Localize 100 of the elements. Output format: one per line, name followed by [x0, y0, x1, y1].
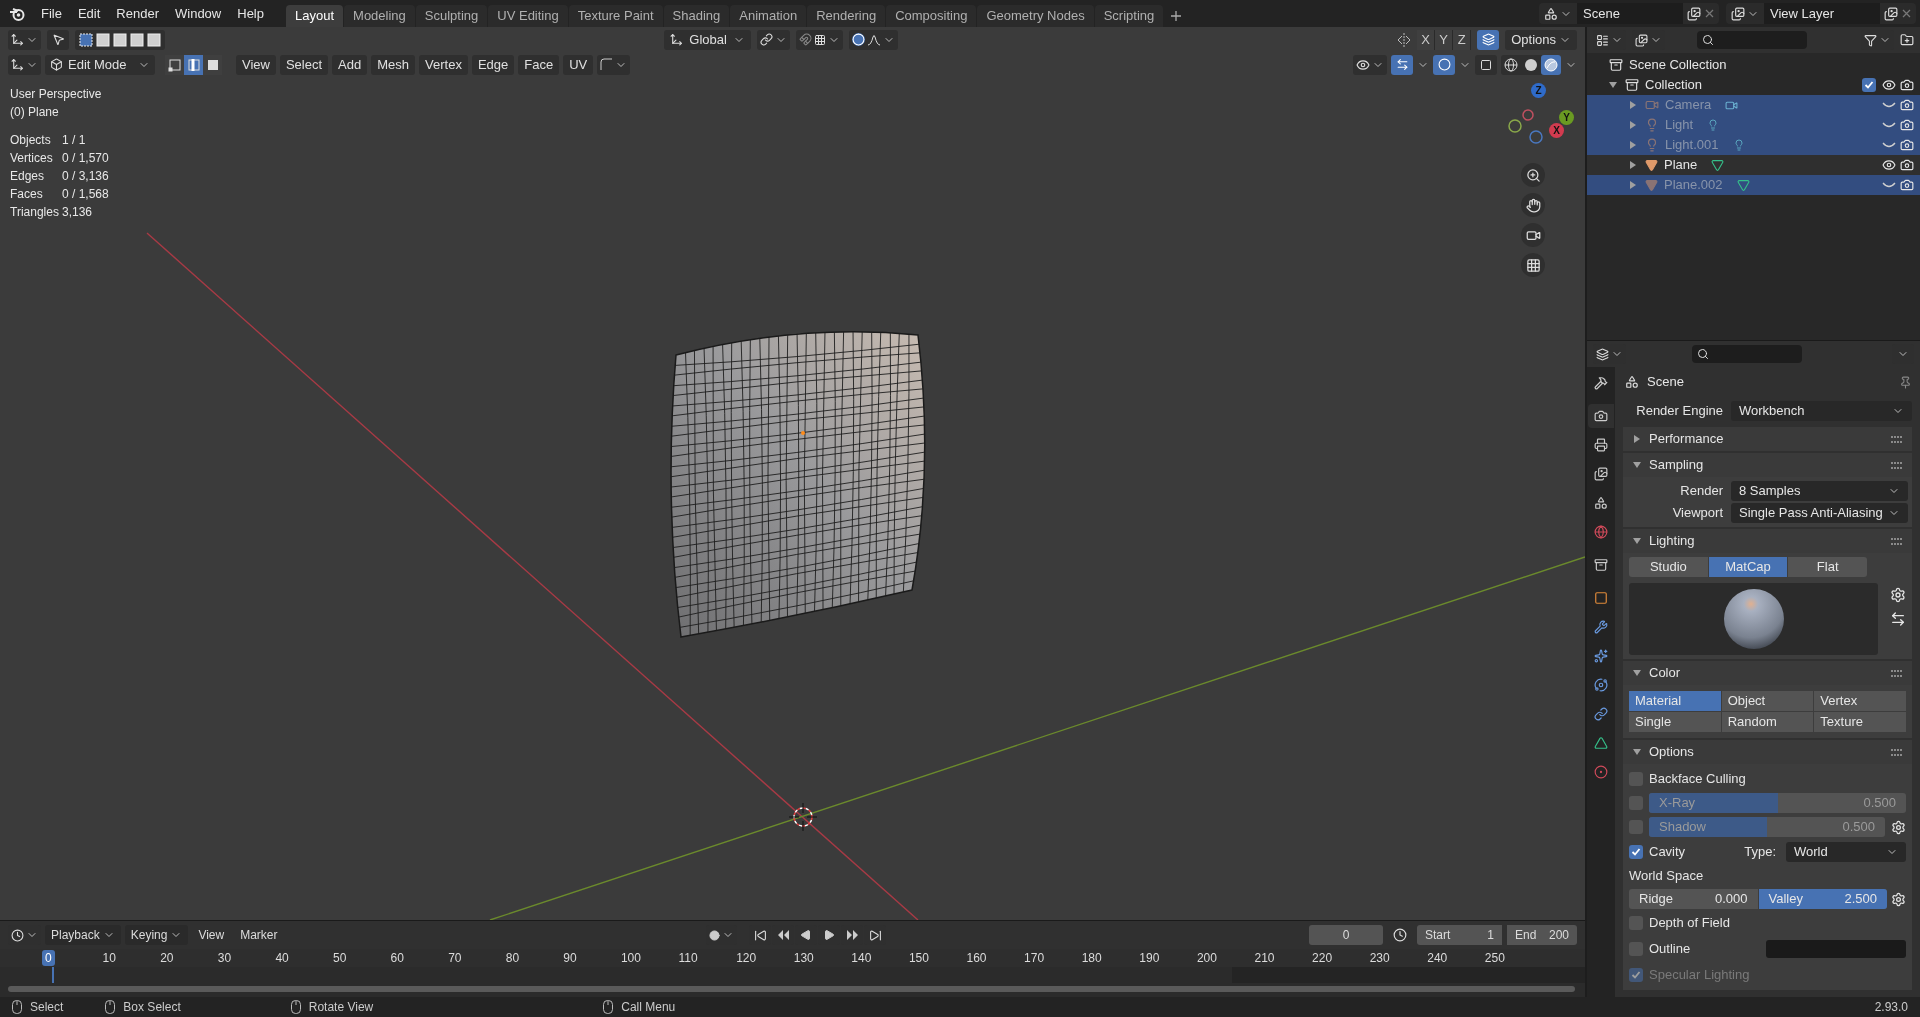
- new-collection-icon[interactable]: [1900, 33, 1914, 47]
- panel-title[interactable]: Color: [1649, 663, 1681, 683]
- collapsed-arrow-icon[interactable]: [1629, 161, 1637, 169]
- drag-handle-icon[interactable]: [1891, 461, 1902, 469]
- header-menu[interactable]: View: [236, 54, 276, 75]
- scene-selector[interactable]: Scene: [1539, 3, 1719, 24]
- xray-button[interactable]: [1475, 54, 1497, 75]
- selection-mode-icon[interactable]: [147, 32, 161, 47]
- timeline-menu[interactable]: View: [192, 925, 231, 945]
- face-select-mode-button[interactable]: [203, 54, 222, 75]
- pin-icon[interactable]: [1899, 375, 1912, 389]
- search-field[interactable]: [1697, 31, 1807, 49]
- render-engine-dropdown[interactable]: Workbench: [1731, 401, 1912, 421]
- slider-field[interactable]: Valley 2.500: [1758, 889, 1887, 909]
- outliner-row[interactable]: Collection: [1587, 75, 1920, 95]
- gizmo-negative-handle[interactable]: [1508, 119, 1522, 133]
- workspace-tab[interactable]: UV Editing: [488, 5, 568, 27]
- mirror-icon[interactable]: [1397, 32, 1412, 47]
- add-workspace-icon[interactable]: [1170, 10, 1183, 22]
- drag-handle-icon[interactable]: [1891, 748, 1902, 756]
- header-menu[interactable]: Vertex: [419, 54, 468, 75]
- workspace-tab[interactable]: Compositing: [886, 5, 977, 27]
- collapsed-arrow-icon[interactable]: [1629, 141, 1637, 149]
- pillow-mesh[interactable]: [670, 331, 926, 638]
- proportional-editing-button[interactable]: [848, 29, 898, 50]
- workspace-tab[interactable]: Modeling: [344, 5, 415, 27]
- 3d-cursor-icon[interactable]: [788, 802, 818, 832]
- collapsed-arrow-icon[interactable]: [1629, 101, 1637, 109]
- timeline-menu[interactable]: Playback: [45, 925, 121, 945]
- close-icon[interactable]: [1902, 9, 1911, 18]
- axis-toggle[interactable]: X: [1417, 29, 1436, 50]
- zoom-button[interactable]: [1521, 163, 1545, 187]
- menu-item[interactable]: Edit: [69, 3, 109, 24]
- menu-item[interactable]: File: [33, 3, 70, 24]
- render-camera-icon[interactable]: [1900, 118, 1914, 132]
- workspace-tab[interactable]: Sculpting: [415, 5, 488, 27]
- workspace-tab[interactable]: Shading: [663, 5, 730, 27]
- pan-button[interactable]: [1521, 193, 1545, 217]
- collapsed-arrow-icon[interactable]: [1629, 121, 1637, 129]
- transform-orientation-dropdown[interactable]: Global: [664, 29, 751, 50]
- header-menu[interactable]: Select: [279, 54, 329, 75]
- timeline-menu[interactable]: Marker: [234, 925, 284, 945]
- color-option[interactable]: Single: [1629, 712, 1721, 732]
- view-layer-selector[interactable]: View Layer: [1726, 3, 1916, 24]
- settings-icon[interactable]: [1891, 891, 1906, 907]
- uv-options-button[interactable]: [597, 54, 631, 75]
- expanded-arrow-icon[interactable]: [1633, 461, 1641, 469]
- drag-handle-icon[interactable]: [1891, 537, 1902, 545]
- gizmo-axis-handle[interactable]: X: [1549, 123, 1564, 138]
- edge-select-mode-button[interactable]: [184, 54, 203, 75]
- drag-handle-icon[interactable]: [1891, 435, 1902, 443]
- search-field[interactable]: [1692, 345, 1802, 363]
- material-shading-button[interactable]: [1541, 54, 1561, 75]
- mode-dropdown[interactable]: Edit Mode: [45, 54, 155, 75]
- drag-handle-icon[interactable]: [1891, 669, 1902, 677]
- scrollbar[interactable]: [8, 986, 1575, 992]
- axis-toggle[interactable]: Y: [1435, 29, 1454, 50]
- gizmo-axis-handle[interactable]: Y: [1559, 110, 1574, 125]
- tool-settings-button[interactable]: [8, 29, 41, 50]
- expanded-arrow-icon[interactable]: [1609, 81, 1617, 89]
- workspace-tab[interactable]: Layout: [286, 5, 344, 27]
- color-option[interactable]: Random: [1721, 712, 1814, 732]
- selection-mode-icon[interactable]: [113, 32, 127, 47]
- pivot-point-button[interactable]: [756, 29, 790, 50]
- expanded-arrow-icon[interactable]: [1633, 748, 1641, 756]
- timeline-menu[interactable]: Keying: [124, 925, 189, 945]
- flip-icon[interactable]: [1890, 611, 1906, 627]
- current-frame-marker[interactable]: 0: [42, 950, 55, 966]
- render-camera-icon[interactable]: [1900, 78, 1914, 92]
- matcap-preview[interactable]: [1629, 583, 1878, 655]
- grid-view-button[interactable]: [1521, 253, 1545, 277]
- header-menu[interactable]: Edge: [471, 54, 515, 75]
- menu-item[interactable]: Help: [229, 3, 272, 24]
- collapsed-arrow-icon[interactable]: [1629, 181, 1637, 189]
- eye-icon[interactable]: [1882, 78, 1896, 92]
- header-menu[interactable]: UV: [563, 54, 594, 75]
- gizmo-negative-handle[interactable]: [1529, 130, 1543, 144]
- checkbox[interactable]: [1629, 845, 1643, 859]
- panel-title[interactable]: Sampling: [1649, 455, 1704, 475]
- option-label[interactable]: Backface Culling: [1649, 769, 1746, 789]
- gizmo-button[interactable]: [1391, 54, 1413, 75]
- end-frame-field[interactable]: End 200: [1507, 925, 1577, 945]
- snap-button[interactable]: [795, 29, 843, 50]
- vertex-select-mode-button[interactable]: [165, 54, 184, 75]
- header-menu[interactable]: Mesh: [371, 54, 416, 75]
- render-camera-icon[interactable]: [1900, 98, 1914, 112]
- editor-type-button[interactable]: [8, 54, 41, 75]
- workspace-tab[interactable]: Geometry Nodes: [977, 5, 1094, 27]
- current-frame-field[interactable]: 0: [1309, 925, 1383, 945]
- render-camera-icon[interactable]: [1900, 138, 1914, 152]
- overlays-button[interactable]: [1433, 54, 1455, 75]
- color-option[interactable]: Vertex: [1814, 691, 1906, 711]
- select-tool-button[interactable]: [47, 29, 69, 50]
- menu-item[interactable]: Window: [167, 3, 230, 24]
- expanded-arrow-icon[interactable]: [1633, 537, 1641, 545]
- collapsed-arrow-icon[interactable]: [1633, 435, 1641, 443]
- lighting-option[interactable]: Flat: [1788, 557, 1867, 577]
- setting-dropdown[interactable]: Single Pass Anti-Aliasing: [1731, 503, 1908, 523]
- menu-item[interactable]: Render: [108, 3, 167, 24]
- options-dropdown[interactable]: Options: [1505, 29, 1577, 50]
